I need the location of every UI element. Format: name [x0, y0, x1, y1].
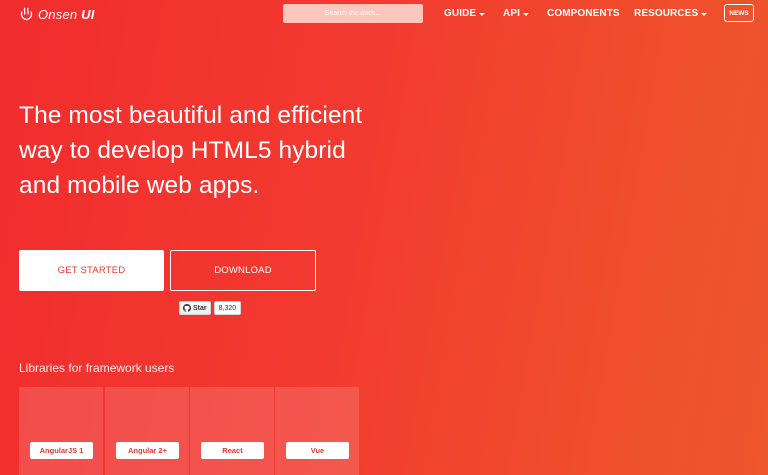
- logo-suffix: UI: [81, 6, 95, 22]
- chevron-down-icon: [522, 12, 529, 16]
- nav-guide-label: GUIDE: [444, 8, 477, 19]
- logo[interactable]: Onsen UI: [19, 5, 95, 23]
- hero-title: The most beautiful and efficient way to …: [19, 98, 419, 203]
- library-card-react[interactable]: React: [190, 387, 274, 475]
- download-button[interactable]: DOWNLOAD: [170, 250, 316, 291]
- logo-name: Onsen: [38, 6, 78, 22]
- hero-title-line-1: The most beautiful and efficient: [19, 102, 363, 129]
- nav-resources-label: RESOURCES: [634, 8, 699, 19]
- nav-api-label: API: [503, 8, 520, 19]
- github-star-widget: Star 8,320: [179, 301, 242, 315]
- library-label-angularjs[interactable]: AngularJS 1: [30, 442, 93, 459]
- libraries-title: Libraries for framework users: [19, 361, 175, 375]
- hero-title-line-3: and mobile web apps.: [19, 172, 260, 199]
- library-card-angular[interactable]: Angular 2+: [105, 387, 189, 475]
- nav-components[interactable]: COMPONENTS: [547, 8, 620, 19]
- library-label-angular[interactable]: Angular 2+: [116, 442, 179, 459]
- search-input[interactable]: [283, 4, 423, 23]
- logo-text: Onsen UI: [38, 7, 95, 22]
- nav-components-label: COMPONENTS: [547, 8, 620, 19]
- hero-title-line-2: way to develop HTML5 hybrid: [19, 137, 346, 164]
- github-star-button[interactable]: Star: [179, 301, 211, 315]
- chevron-down-icon: [479, 12, 486, 16]
- news-button[interactable]: NEWS: [724, 4, 754, 22]
- nav-guide[interactable]: GUIDE: [444, 8, 486, 19]
- library-card-angularjs[interactable]: AngularJS 1: [19, 387, 103, 475]
- get-started-button[interactable]: GET STARTED: [19, 250, 164, 291]
- github-star-count[interactable]: 8,320: [213, 301, 242, 315]
- github-star-label: Star: [193, 304, 207, 312]
- github-octocat-icon: [183, 304, 191, 312]
- library-label-react[interactable]: React: [201, 442, 264, 459]
- nav-api[interactable]: API: [503, 8, 529, 19]
- chevron-down-icon: [701, 12, 708, 16]
- nav-resources[interactable]: RESOURCES: [634, 8, 708, 19]
- library-label-vue[interactable]: Vue: [286, 442, 349, 459]
- onsen-logo-icon: [20, 7, 33, 21]
- library-card-vue[interactable]: Vue: [275, 387, 359, 475]
